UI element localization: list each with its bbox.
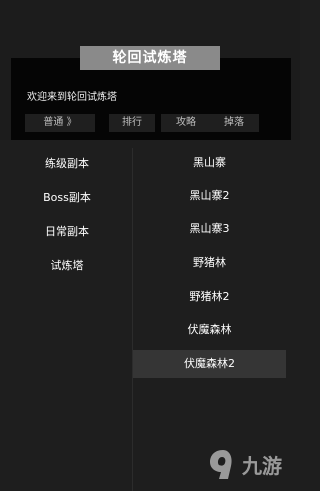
watermark-text: 九游 xyxy=(242,454,282,478)
category-item-trial-tower[interactable]: 试炼塔 xyxy=(14,252,120,280)
category-item-daily[interactable]: 日常副本 xyxy=(14,218,120,246)
header-panel: 欢迎来到轮回试炼塔 普通 》 排行 攻略 掉落 xyxy=(11,58,291,140)
map-item[interactable]: 伏魔森林 xyxy=(133,316,286,344)
category-item-leveling[interactable]: 练级副本 xyxy=(14,150,120,178)
map-item[interactable]: 黑山寨2 xyxy=(133,182,286,210)
map-item[interactable]: 野猪林2 xyxy=(133,283,286,311)
game-window: 欢迎来到轮回试炼塔 普通 》 排行 攻略 掉落 轮回试炼塔 练级副本 Boss副… xyxy=(0,0,300,491)
map-item-selected[interactable]: 伏魔森林2 xyxy=(133,350,286,378)
nine-game-logo-icon xyxy=(210,450,232,479)
map-item[interactable]: 黑山寨 xyxy=(133,149,286,177)
map-item[interactable]: 野猪林 xyxy=(133,249,286,277)
tab-ranking[interactable]: 排行 xyxy=(109,114,155,132)
category-item-boss[interactable]: Boss副本 xyxy=(14,184,120,212)
tab-drops[interactable]: 掉落 xyxy=(209,114,259,132)
watermark: 九游 xyxy=(206,446,290,486)
welcome-text: 欢迎来到轮回试炼塔 xyxy=(27,92,117,103)
page-title: 轮回试炼塔 xyxy=(80,46,220,70)
map-item[interactable]: 黑山寨3 xyxy=(133,215,286,243)
tab-normal[interactable]: 普通 》 xyxy=(25,114,95,132)
tab-guide[interactable]: 攻略 xyxy=(161,114,211,132)
